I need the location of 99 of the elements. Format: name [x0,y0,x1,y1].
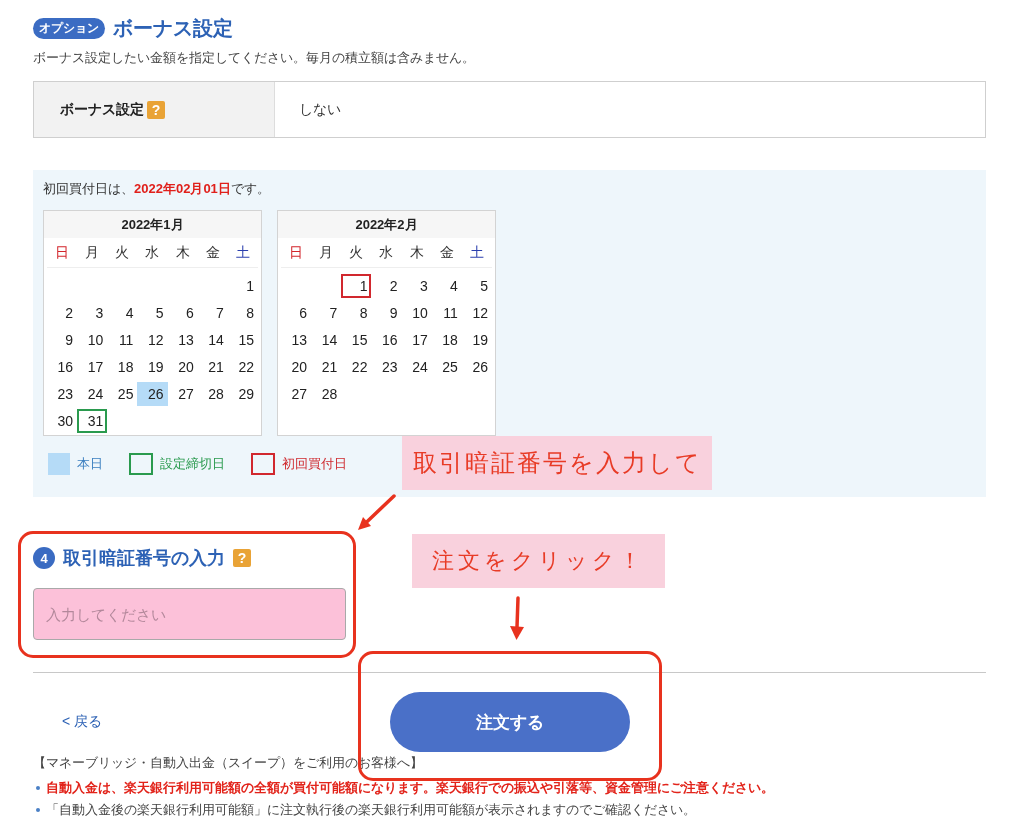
order-button[interactable]: 注文する [389,692,630,752]
calendar-day: 23 [371,355,402,379]
calendar-day: 9 [47,328,78,352]
calendar-day: 18 [107,355,138,379]
weekday-label: 土 [234,243,251,262]
calendar-day: 22 [341,355,372,379]
weekday-label: 木 [408,243,425,262]
calendar-day: 19 [461,328,492,352]
legend-label: 本日 [77,455,103,473]
legend-label: 初回買付日 [282,455,347,473]
first-purchase-notice: 初回買付日は、2022年02月01日です。 [43,181,271,197]
section-title: 取引暗証番号の入力 [63,547,225,569]
calendar-day: 11 [431,301,462,325]
calendar-day: 27 [167,382,198,406]
calendar-day: 5 [137,301,168,325]
weekday-label: 日 [54,243,71,262]
calendar-day: 2 [371,274,402,298]
calendar-day: 1 [341,274,372,298]
calendar-day: 27 [281,382,312,406]
calendar-day: 10 [77,328,108,352]
section-title: ボーナス設定 [113,17,233,39]
calendar-day: 20 [281,355,312,379]
calendar-day: 2 [47,301,78,325]
calendar-day: 4 [107,301,138,325]
weekday-label: 水 [144,243,161,262]
calendar-month-title: 2022年2月 [278,211,495,238]
calendar-day: 3 [77,301,108,325]
calendar-day: 8 [227,301,258,325]
input-field[interactable]: 入力してください [33,588,346,640]
calendar-day: 24 [77,382,108,406]
calendar-day: 11 [107,328,138,352]
calendar-day: 23 [47,382,78,406]
setting-label: ボーナス設定 [60,100,144,119]
calendar-day: 22 [227,355,258,379]
weekday-label: 月 [84,243,101,262]
legend-label: 設定締切日 [160,455,225,473]
calendar-day: 25 [431,355,462,379]
calendar-day: 13 [167,328,198,352]
callout-label: 取引暗証番号を入力して [402,436,712,490]
callout-label: 注文をクリック！ [412,534,665,588]
calendar-day: 1 [227,274,258,298]
calendar-day: 9 [371,301,402,325]
calendar-day: 28 [311,382,342,406]
weekday-label: 土 [468,243,485,262]
weekday-label: 火 [348,243,365,262]
calendar-day: 15 [227,328,258,352]
calendar-day: 7 [311,301,342,325]
weekday-label: 木 [174,243,191,262]
weekday-label: 日 [288,243,305,262]
calendar-day: 14 [311,328,342,352]
note-text: 「自動入金後の楽天銀行利用可能額」に注文執行後の楽天銀行利用可能額が表示されますのでご確認ください。 [46,801,696,819]
step-number: 4 [33,547,55,569]
description-text: ボーナス設定したい金額を指定してください。毎月の積立額は含みません。 [33,50,476,66]
calendar-day: 20 [167,355,198,379]
bullet-icon [36,786,40,790]
calendar-day: 8 [341,301,372,325]
note-text: 自動入金は、楽天銀行利用可能額の全額が買付可能額になります。楽天銀行での振込や引落等、資金管理にご注意ください。 [46,779,774,797]
calendar-day: 12 [137,328,168,352]
calendar-day: 12 [461,301,492,325]
back-link[interactable]: < 戻る [62,713,103,731]
calendar-day: 16 [371,328,402,352]
calendar-day: 31 [77,409,108,433]
calendar-day: 30 [47,409,78,433]
calendar-day: 21 [197,355,228,379]
calendar-day: 13 [281,328,312,352]
calendar-day: 7 [197,301,228,325]
weekday-label: 金 [204,243,221,262]
calendar-day: 29 [227,382,258,406]
calendar-day: 26 [137,382,168,406]
calendar-day: 17 [401,328,432,352]
calendar-day: 19 [137,355,168,379]
calendar-day: 21 [311,355,342,379]
weekday-label: 水 [378,243,395,262]
bullet-icon [36,808,40,812]
annotation-arrow [508,596,526,642]
option-badge: オプション [33,17,105,39]
weekday-label: 金 [438,243,455,262]
weekday-label: 月 [318,243,335,262]
calendar-day: 10 [401,301,432,325]
calendar-day: 26 [461,355,492,379]
calendar-day: 15 [341,328,372,352]
calendar-day: 5 [461,274,492,298]
calendar-day: 17 [77,355,108,379]
calendar-day: 18 [431,328,462,352]
calendar-day: 24 [401,355,432,379]
calendar-month-title: 2022年1月 [44,211,261,238]
square-outline-icon [251,453,275,475]
calendar-day: 3 [401,274,432,298]
square-outline-icon [129,453,153,475]
setting-value: しない [298,99,342,119]
calendar-day: 28 [197,382,228,406]
calendar-day: 25 [107,382,138,406]
calendar-day: 4 [431,274,462,298]
calendar-day: 6 [281,301,312,325]
calendar-day: 14 [197,328,228,352]
filled-square-icon [48,453,70,475]
calendar-day: 6 [167,301,198,325]
weekday-label: 火 [114,243,131,262]
calendar-day: 16 [47,355,78,379]
